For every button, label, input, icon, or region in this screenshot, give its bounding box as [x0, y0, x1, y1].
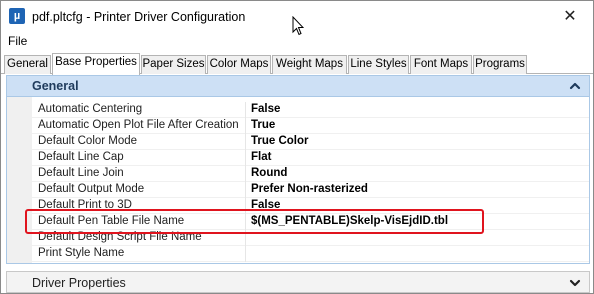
property-name: Default Color Mode	[38, 135, 138, 147]
column-divider	[245, 214, 246, 230]
property-row[interactable]: Automatic Open Plot File After Creation …	[32, 118, 589, 134]
property-row[interactable]: Default Line Cap Flat	[32, 150, 589, 166]
tab-color-maps[interactable]: Color Maps	[207, 55, 271, 74]
property-row[interactable]: Print Style Name	[32, 246, 589, 262]
close-button[interactable]: ✕	[547, 1, 593, 33]
column-divider	[245, 102, 246, 118]
general-panel: General Automatic Centering False Automa…	[6, 75, 590, 264]
property-value[interactable]: True Color	[251, 135, 309, 147]
property-value[interactable]: Prefer Non-rasterized	[251, 183, 368, 195]
property-value[interactable]: Flat	[251, 151, 271, 163]
column-divider	[245, 198, 246, 214]
tab-line-styles[interactable]: Line Styles	[348, 55, 409, 74]
property-name: Automatic Open Plot File After Creation	[38, 119, 239, 131]
tab-general[interactable]: General	[4, 55, 51, 74]
property-name: Default Pen Table File Name	[38, 215, 185, 227]
title-bar[interactable]: µ pdf.pltcfg - Printer Driver Configurat…	[1, 1, 593, 36]
printer-driver-config-window: µ pdf.pltcfg - Printer Driver Configurat…	[0, 0, 594, 294]
property-row-pen-table[interactable]: Default Pen Table File Name $(MS_PENTABL…	[32, 214, 589, 230]
window-title: pdf.pltcfg - Printer Driver Configuratio…	[32, 10, 246, 24]
tab-strip: General Base Properties Paper Sizes Colo…	[1, 53, 593, 75]
property-grid-gutter	[7, 97, 32, 263]
property-value[interactable]: True	[251, 119, 275, 131]
property-value[interactable]: Round	[251, 167, 287, 179]
driver-properties-section-header[interactable]: Driver Properties	[6, 271, 590, 293]
column-divider	[245, 166, 246, 182]
menu-file[interactable]: File	[8, 34, 27, 48]
column-divider	[245, 230, 246, 246]
property-value[interactable]: False	[251, 103, 280, 115]
property-value[interactable]: False	[251, 199, 280, 211]
menu-bar: File	[1, 33, 593, 51]
property-name: Default Output Mode	[38, 183, 145, 195]
microstation-app-icon: µ	[9, 8, 25, 24]
property-name: Default Line Cap	[38, 151, 124, 163]
column-divider	[245, 150, 246, 166]
general-section-header[interactable]: General	[7, 76, 589, 97]
tab-weight-maps[interactable]: Weight Maps	[272, 55, 347, 74]
property-name: Automatic Centering	[38, 103, 143, 115]
property-row[interactable]: Default Color Mode True Color	[32, 134, 589, 150]
property-row[interactable]: Default Output Mode Prefer Non-rasterize…	[32, 182, 589, 198]
close-icon: ✕	[563, 8, 577, 25]
tab-base-properties[interactable]: Base Properties	[52, 53, 140, 75]
property-grid: Automatic Centering False Automatic Open…	[7, 97, 589, 263]
tab-programs[interactable]: Programs	[473, 55, 527, 74]
column-divider	[245, 246, 246, 262]
pen-table-value[interactable]: $(MS_PENTABLE)Skelp-VisEjdID.tbl	[251, 215, 448, 227]
property-row[interactable]: Default Design Script File Name	[32, 230, 589, 246]
property-row[interactable]: Default Line Join Round	[32, 166, 589, 182]
property-name: Default Print to 3D	[38, 199, 132, 211]
general-section-title: General	[32, 79, 79, 93]
property-row[interactable]: Automatic Centering False	[32, 102, 589, 118]
tab-paper-sizes[interactable]: Paper Sizes	[141, 55, 206, 74]
property-name: Default Line Join	[38, 167, 124, 179]
property-name: Print Style Name	[38, 247, 125, 259]
column-divider	[245, 118, 246, 134]
driver-properties-title: Driver Properties	[32, 276, 126, 290]
tab-font-maps[interactable]: Font Maps	[410, 55, 472, 74]
column-divider	[245, 134, 246, 150]
chevron-down-icon[interactable]	[568, 276, 582, 290]
property-name: Default Design Script File Name	[38, 231, 202, 243]
property-row[interactable]: Default Print to 3D False	[32, 198, 589, 214]
column-divider	[245, 182, 246, 198]
chevron-up-icon[interactable]	[568, 79, 582, 93]
